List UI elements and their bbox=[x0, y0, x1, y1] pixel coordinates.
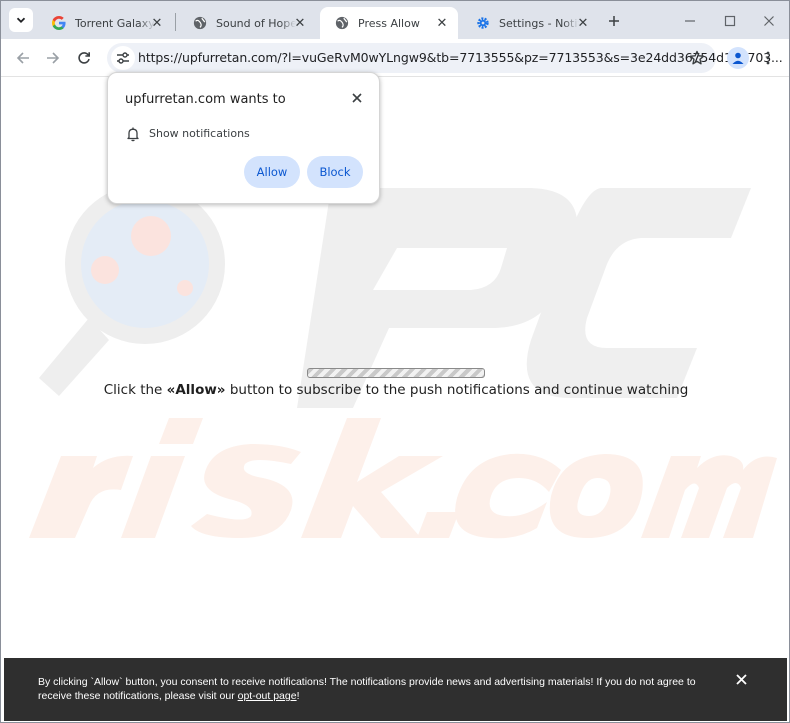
message-allow-word: «Allow» bbox=[166, 382, 226, 398]
minimize-icon bbox=[685, 20, 695, 22]
forward-button[interactable] bbox=[42, 47, 64, 69]
tab-close-icon[interactable]: ✕ bbox=[292, 15, 308, 31]
page-message: Click the «Allow» button to subscribe to… bbox=[1, 382, 789, 398]
menu-button[interactable] bbox=[761, 47, 775, 69]
block-button[interactable]: Block bbox=[307, 156, 363, 188]
close-window-button[interactable] bbox=[759, 11, 779, 31]
tab-search-button[interactable] bbox=[9, 8, 33, 32]
tab-close-icon[interactable]: ✕ bbox=[575, 15, 591, 31]
arrow-left-icon bbox=[16, 52, 29, 64]
tune-icon bbox=[117, 52, 129, 64]
reload-button[interactable] bbox=[73, 47, 95, 69]
tab-press-allow[interactable]: Press Allow ✕ bbox=[320, 7, 458, 39]
new-tab-button[interactable] bbox=[604, 11, 624, 31]
tab-strip: Torrent Galaxy - Jackets ✕ Sound of Hope… bbox=[1, 1, 789, 39]
tab-close-icon[interactable]: ✕ bbox=[434, 15, 450, 31]
opt-out-link[interactable]: opt-out page bbox=[238, 690, 297, 702]
url-text: https://upfurretan.com/?l=vuGeRvM0wYLngw… bbox=[138, 50, 783, 65]
banner-text: By clicking `Allow` button, you consent … bbox=[38, 675, 728, 703]
bell-icon bbox=[127, 127, 139, 142]
bookmark-button[interactable] bbox=[688, 49, 706, 67]
back-button[interactable] bbox=[12, 47, 34, 69]
tab-sound-of-hope[interactable]: Sound of Hope: The Story ✕ bbox=[178, 7, 316, 39]
tab-title: Settings - Notifications bbox=[499, 16, 579, 30]
tab-title: Press Allow bbox=[358, 16, 420, 30]
maximize-button[interactable] bbox=[720, 11, 740, 31]
banner-message: By clicking `Allow` button, you consent … bbox=[38, 676, 696, 702]
settings-gear-icon bbox=[475, 15, 491, 31]
message-text: Click the bbox=[103, 382, 167, 398]
close-icon bbox=[764, 16, 774, 26]
consent-banner: By clicking `Allow` button, you consent … bbox=[4, 658, 787, 721]
tab-settings-notifications[interactable]: Settings - Notifications ✕ bbox=[461, 7, 599, 39]
tab-title: Torrent Galaxy - Jackets bbox=[75, 16, 155, 30]
browser-window: Torrent Galaxy - Jackets ✕ Sound of Hope… bbox=[0, 0, 790, 723]
banner-close-button[interactable] bbox=[734, 672, 748, 686]
notification-permission-popup: upfurretan.com wants to Show notificatio… bbox=[107, 72, 380, 204]
person-icon bbox=[732, 52, 744, 64]
address-bar[interactable]: https://upfurretan.com/?l=vuGeRvM0wYLngw… bbox=[107, 43, 783, 73]
tab-close-icon[interactable]: ✕ bbox=[149, 15, 165, 31]
minimize-button[interactable] bbox=[680, 11, 700, 31]
plus-icon bbox=[609, 16, 619, 26]
star-icon bbox=[689, 50, 705, 65]
close-icon bbox=[352, 93, 362, 103]
popup-close-button[interactable] bbox=[349, 90, 365, 106]
loading-progress-bar bbox=[307, 368, 485, 378]
popup-title: upfurretan.com wants to bbox=[125, 92, 286, 107]
more-vert-icon bbox=[766, 51, 770, 65]
chevron-down-icon bbox=[16, 17, 26, 23]
maximize-icon bbox=[724, 15, 736, 27]
profile-button[interactable] bbox=[727, 47, 749, 69]
google-icon bbox=[51, 15, 67, 31]
banner-message-end: ! bbox=[296, 690, 300, 702]
tab-title: Sound of Hope: The Story bbox=[216, 16, 296, 30]
allow-button[interactable]: Allow bbox=[244, 156, 300, 188]
tab-torrent-galaxy[interactable]: Torrent Galaxy - Jackets ✕ bbox=[37, 7, 173, 39]
message-text: button to subscribe to the push notifica… bbox=[225, 382, 689, 398]
globe-icon bbox=[334, 15, 350, 31]
site-info-button[interactable] bbox=[111, 46, 135, 70]
permission-label: Show notifications bbox=[149, 127, 250, 140]
reload-icon bbox=[78, 52, 90, 64]
arrow-right-icon bbox=[47, 52, 60, 64]
tab-separator bbox=[175, 13, 176, 31]
globe-icon bbox=[192, 15, 208, 31]
close-icon bbox=[735, 673, 747, 685]
